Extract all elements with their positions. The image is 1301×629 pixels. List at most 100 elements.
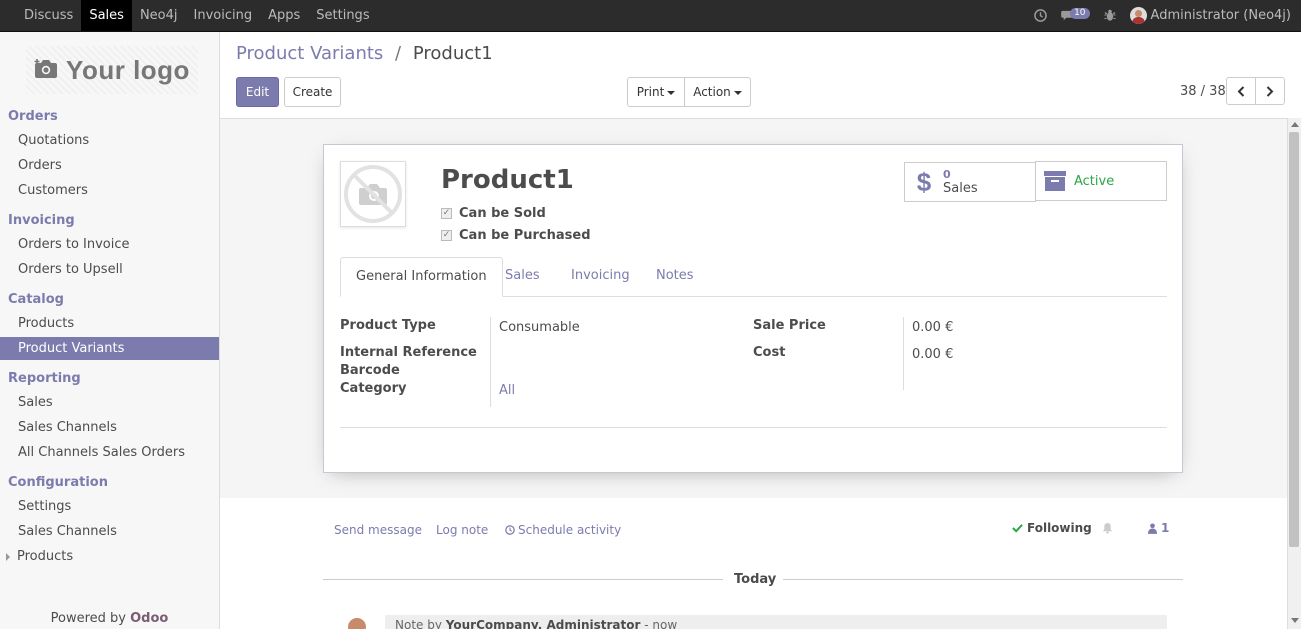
breadcrumb-current: Product1 [412, 43, 493, 64]
sale-price-value[interactable]: 0.00 € [912, 320, 953, 335]
sheet-separator [340, 427, 1167, 428]
active-toggle-button[interactable]: Active [1035, 161, 1167, 201]
check-icon [1012, 524, 1023, 533]
can-be-sold-label: Can be Sold [459, 206, 546, 221]
edit-button[interactable]: Edit [236, 77, 279, 107]
print-dropdown[interactable]: Print [627, 77, 685, 107]
sidebar-item-report-sales[interactable]: Sales [0, 391, 219, 414]
scrollbar-thumb[interactable] [1289, 132, 1299, 547]
bell-icon[interactable] [1102, 522, 1113, 534]
no-image-camera-icon [344, 165, 402, 223]
scroll-down-arrow-icon[interactable] [1291, 618, 1299, 623]
can-be-purchased-checkbox[interactable]: ✓ [441, 230, 452, 241]
cost-value[interactable]: 0.00 € [912, 347, 953, 362]
action-dropdown[interactable]: Action [684, 77, 751, 107]
section-reporting: Reporting [8, 371, 81, 386]
menu-invoicing[interactable]: Invoicing [186, 0, 261, 31]
sidebar-item-label: Products [17, 549, 74, 564]
caret-down-icon [733, 90, 742, 95]
print-label: Print [636, 85, 665, 99]
field-divider [490, 317, 491, 407]
category-value[interactable]: All [499, 383, 515, 398]
followers-button[interactable]: 1 [1148, 521, 1169, 535]
active-label: Active [1074, 173, 1115, 189]
product-type-value[interactable]: Consumable [499, 320, 580, 335]
sidebar-item-config-products[interactable]: Products [0, 545, 219, 568]
sidebar-item-product-variants[interactable]: Product Variants [0, 337, 219, 360]
sidebar-item-orders[interactable]: Orders [0, 154, 219, 177]
author-avatar[interactable] [348, 618, 366, 629]
tab-general-information[interactable]: General Information [340, 257, 503, 297]
menu-settings[interactable]: Settings [308, 0, 377, 31]
sidebar-item-orders-to-invoice[interactable]: Orders to Invoice [0, 233, 219, 256]
powered-by-brand[interactable]: Odoo [130, 611, 168, 626]
chevron-left-icon [1237, 85, 1245, 97]
cost-label: Cost [753, 345, 786, 360]
today-divider-left [323, 579, 723, 580]
menu-apps[interactable]: Apps [260, 0, 308, 31]
user-avatar [1129, 7, 1147, 24]
sale-price-label: Sale Price [753, 318, 826, 333]
messages-count-badge: 10 [1070, 8, 1090, 19]
section-invoicing: Invoicing [8, 213, 75, 228]
pager-next-button[interactable] [1255, 77, 1285, 105]
create-button[interactable]: Create [284, 77, 341, 107]
sales-stat-button[interactable]: $ 0 Sales [904, 162, 1036, 202]
sidebar-item-config-sales-channels[interactable]: Sales Channels [0, 520, 219, 543]
tab-sales[interactable]: Sales [490, 257, 555, 297]
sidebar-item-all-channels-sales-orders[interactable]: All Channels Sales Orders [0, 441, 219, 464]
following-toggle[interactable]: Following [1012, 521, 1113, 535]
can-be-sold-checkbox[interactable]: ✓ [441, 208, 452, 219]
internal-reference-label: Internal Reference [340, 345, 477, 360]
powered-by-text: Powered by [50, 611, 126, 626]
schedule-activity-link[interactable]: Schedule activity [505, 523, 621, 537]
pager-previous-button[interactable] [1226, 77, 1256, 105]
top-navbar: Discuss Sales Neo4j Invoicing Apps Setti… [0, 0, 1301, 32]
send-message-link[interactable]: Send message [334, 523, 422, 537]
note-author[interactable]: YourCompany, Administrator [446, 618, 641, 629]
product-name[interactable]: Product1 [441, 165, 574, 195]
menu-sales[interactable]: Sales [81, 0, 132, 31]
archive-icon [1036, 171, 1074, 191]
sidebar: Your logo Orders Quotations Orders Custo… [0, 32, 220, 629]
clock-icon [505, 525, 515, 535]
sidebar-item-products[interactable]: Products [0, 312, 219, 335]
caret-down-icon [667, 90, 676, 95]
sidebar-item-settings[interactable]: Settings [0, 495, 219, 518]
chevron-right-icon [1266, 85, 1274, 97]
user-menu[interactable]: Administrator (Neo4j) [1129, 7, 1291, 24]
sales-stat-text: 0 Sales [943, 168, 978, 196]
product-type-label: Product Type [340, 318, 436, 333]
today-label: Today [734, 572, 777, 587]
form-sheet: Product1 ✓ Can be Sold ✓ Can be Purchase… [323, 144, 1183, 473]
menu-discuss[interactable]: Discuss [16, 0, 81, 31]
sidebar-item-report-sales-channels[interactable]: Sales Channels [0, 416, 219, 439]
tab-invoicing[interactable]: Invoicing [556, 257, 645, 297]
scroll-up-arrow-icon[interactable] [1291, 122, 1299, 127]
can-be-sold-row: ✓ Can be Sold [441, 206, 546, 221]
category-label: Category [340, 381, 407, 396]
product-image[interactable] [340, 161, 406, 227]
activity-clock-icon[interactable] [1034, 9, 1047, 22]
sidebar-item-customers[interactable]: Customers [0, 179, 219, 202]
debug-bug-icon[interactable] [1104, 9, 1116, 22]
can-be-purchased-row: ✓ Can be Purchased [441, 228, 591, 243]
sales-stat-label: Sales [943, 181, 978, 196]
menu-neo4j[interactable]: Neo4j [132, 0, 186, 31]
log-note-link[interactable]: Log note [436, 523, 488, 537]
section-configuration: Configuration [8, 475, 108, 490]
following-label: Following [1027, 521, 1092, 535]
company-logo[interactable]: Your logo [26, 46, 198, 94]
sidebar-item-orders-to-upsell[interactable]: Orders to Upsell [0, 258, 219, 281]
sidebar-item-quotations[interactable]: Quotations [0, 129, 219, 152]
messages-icon[interactable]: 10 [1061, 8, 1090, 22]
pager-value[interactable]: 38 / 38 [1180, 84, 1226, 99]
field-divider [903, 317, 904, 390]
tab-notes[interactable]: Notes [641, 257, 709, 297]
sales-stat-count: 0 [943, 168, 951, 181]
barcode-label: Barcode [340, 363, 400, 378]
breadcrumb: Product Variants / Product1 [236, 43, 493, 64]
section-orders: Orders [8, 109, 58, 124]
logo-text: Your logo [66, 54, 190, 85]
breadcrumb-parent[interactable]: Product Variants [236, 43, 383, 64]
